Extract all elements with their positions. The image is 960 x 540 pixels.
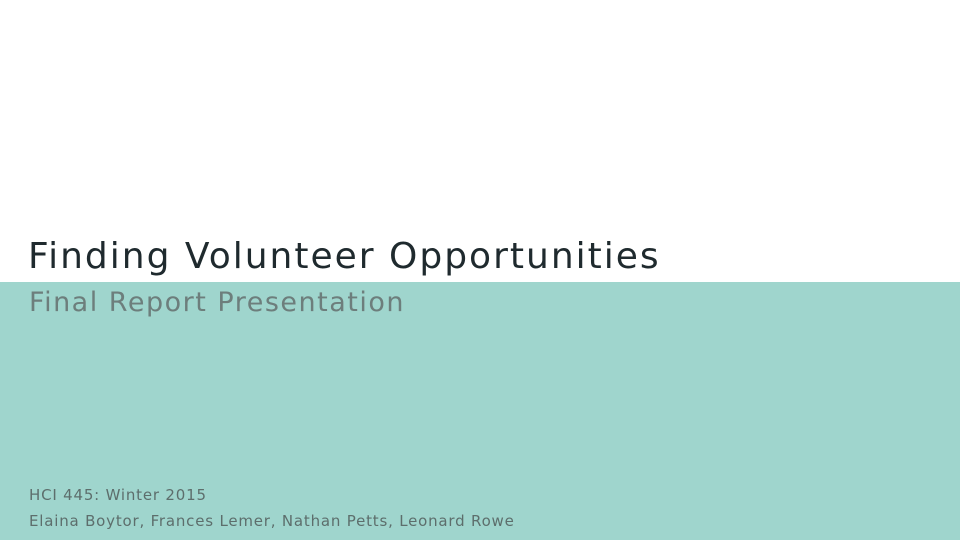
slide-title: Finding Volunteer Opportunities (28, 236, 661, 277)
authors-list: Elaina Boytor, Frances Lemer, Nathan Pet… (29, 512, 515, 530)
title-slide: Finding Volunteer Opportunities Final Re… (0, 0, 960, 540)
slide-subtitle: Final Report Presentation (29, 287, 405, 318)
course-info: HCI 445: Winter 2015 (29, 486, 207, 504)
